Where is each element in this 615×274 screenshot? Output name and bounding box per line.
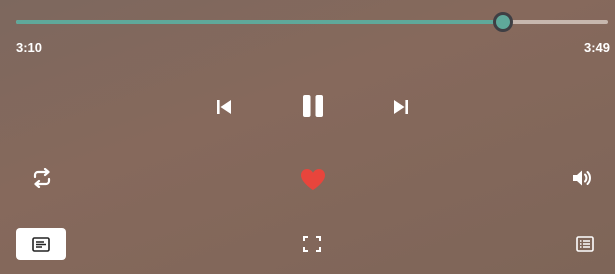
repeat-button[interactable]	[30, 166, 54, 190]
total-time: 3:49	[583, 40, 610, 55]
pause-icon	[303, 95, 323, 117]
previous-track-button[interactable]	[212, 95, 236, 119]
lyrics-icon	[32, 236, 50, 252]
like-button[interactable]	[299, 166, 327, 192]
elapsed-time: 3:10	[16, 40, 43, 55]
heart-icon	[301, 168, 325, 190]
volume-button[interactable]	[570, 166, 594, 190]
skip-next-icon	[394, 100, 408, 114]
progress-bar[interactable]	[16, 12, 608, 32]
progress-thumb[interactable]	[492, 12, 513, 32]
repeat-icon	[33, 168, 51, 188]
volume-icon	[573, 170, 591, 186]
queue-list-icon	[576, 236, 594, 252]
next-track-button[interactable]	[389, 95, 413, 119]
pause-button[interactable]	[300, 92, 326, 120]
progress-fill	[16, 20, 503, 24]
lyrics-button[interactable]	[16, 228, 66, 260]
queue-button[interactable]	[574, 234, 596, 254]
fullscreen-icon	[303, 236, 321, 252]
fullscreen-button[interactable]	[301, 234, 323, 254]
skip-previous-icon	[217, 100, 231, 114]
